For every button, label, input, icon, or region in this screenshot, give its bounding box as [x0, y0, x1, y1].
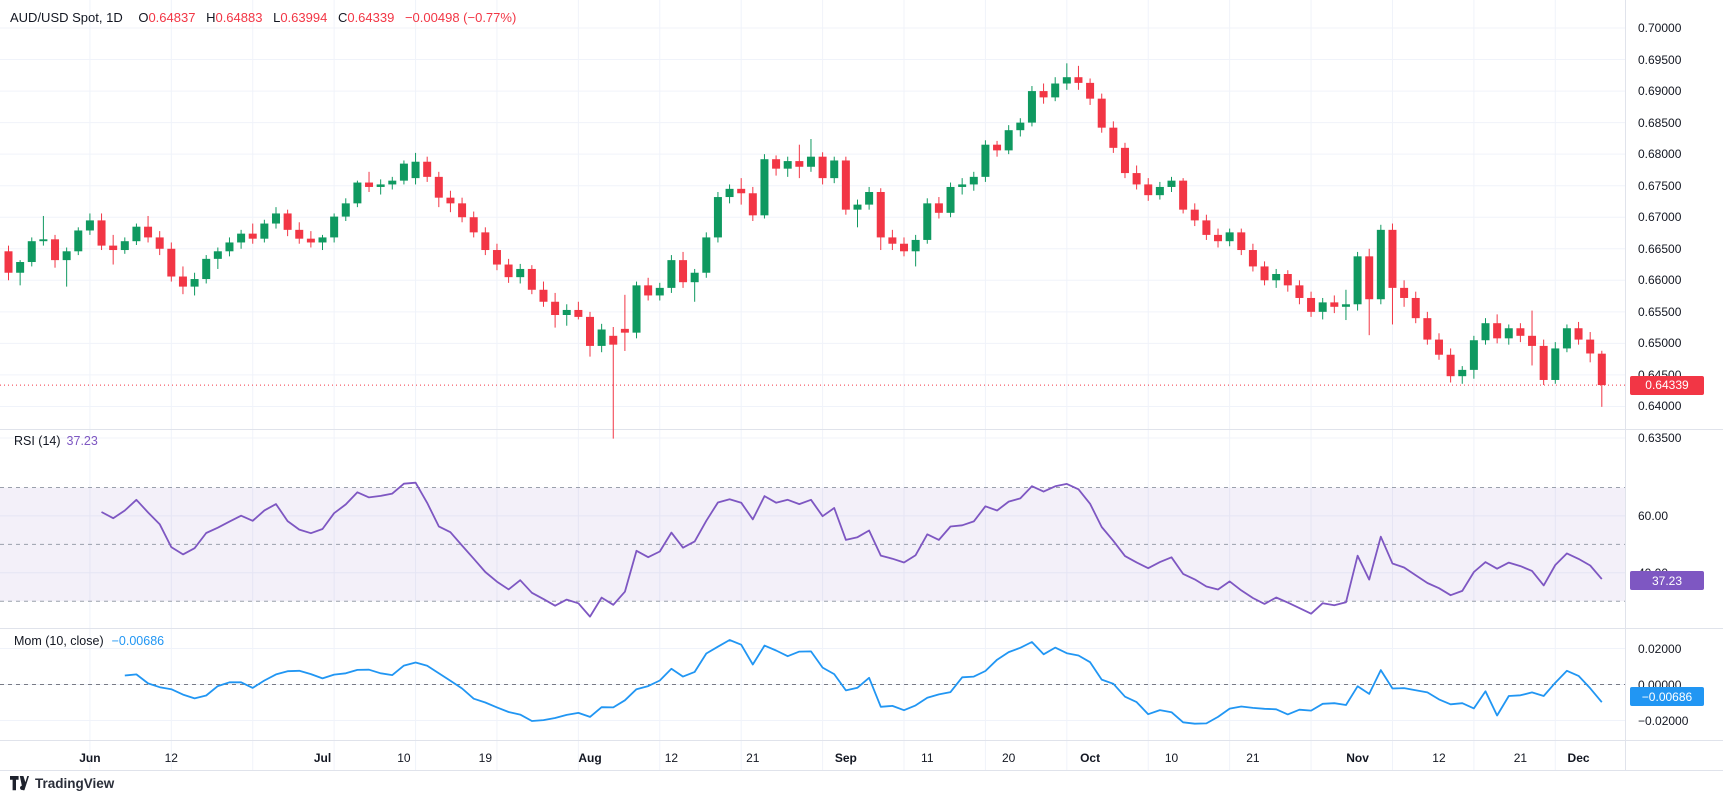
close-label: C [338, 10, 347, 25]
price-axis-label: 0.63500 [1638, 430, 1681, 446]
price-axis-label: 0.68500 [1638, 115, 1681, 131]
rsi-axis-label: 60.00 [1638, 508, 1668, 524]
time-axis-label: Jul [314, 750, 331, 766]
time-axis-label: 21 [1246, 750, 1259, 766]
time-axis-label: 21 [1514, 750, 1527, 766]
rsi-value: 37.23 [67, 434, 98, 448]
mom-legend[interactable]: Mom (10, close) −0.00686 [14, 634, 164, 648]
symbol-title: AUD/USD Spot, 1D [10, 10, 123, 25]
price-axis-label: 0.66000 [1638, 272, 1681, 288]
price-axis-label: 0.67500 [1638, 178, 1681, 194]
time-axis-label: 11 [921, 750, 933, 766]
tradingview-logo-icon [10, 776, 29, 791]
time-axis-label: 19 [479, 750, 492, 766]
time-axis-label: Aug [578, 750, 601, 766]
open-value: 0.64837 [148, 10, 195, 25]
time-axis-label: 12 [1432, 750, 1445, 766]
price-axis-label: 0.65000 [1638, 335, 1681, 351]
candlestick-series [5, 63, 1606, 438]
close-value: 0.64339 [347, 10, 394, 25]
price-axis-label: 0.69500 [1638, 52, 1681, 68]
rsi-title: RSI (14) [14, 434, 61, 448]
price-axis-label: 0.67000 [1638, 209, 1681, 225]
time-axis-label: Sep [835, 750, 857, 766]
mom-axis-label: −0.02000 [1638, 713, 1688, 729]
rsi-legend[interactable]: RSI (14) 37.23 [14, 434, 98, 448]
mom-line [125, 640, 1602, 724]
price-axis-label: 0.70000 [1638, 20, 1681, 36]
price-axis-label: 0.66500 [1638, 241, 1681, 257]
time-axis-label: 12 [665, 750, 678, 766]
low-value: 0.63994 [280, 10, 327, 25]
time-axis-label: Jun [79, 750, 100, 766]
open-label: O [138, 10, 148, 25]
symbol-legend[interactable]: AUD/USD Spot, 1D O0.64837 H0.64883 L0.63… [10, 10, 516, 25]
last-price-badge: 0.64339 [1630, 376, 1704, 395]
mom-axis-label: 0.02000 [1638, 641, 1681, 657]
price-axis-label: 0.64000 [1638, 398, 1681, 414]
time-axis-label: Nov [1346, 750, 1369, 766]
tradingview-attribution[interactable]: TradingView [10, 776, 114, 791]
time-axis-label: 12 [165, 750, 178, 766]
time-axis-label: Oct [1080, 750, 1100, 766]
price-axis-label: 0.65500 [1638, 304, 1681, 320]
high-value: 0.64883 [215, 10, 262, 25]
mom-value: −0.00686 [112, 634, 164, 648]
time-axis-label: 10 [397, 750, 410, 766]
price-axis-label: 0.69000 [1638, 83, 1681, 99]
rsi-value-badge: 37.23 [1630, 571, 1704, 590]
brand-name: TradingView [35, 776, 114, 791]
chart-root: AUD/USD Spot, 1D O0.64837 H0.64883 L0.63… [0, 0, 1723, 803]
time-axis-label: Dec [1568, 750, 1590, 766]
mom-value-badge: −0.00686 [1630, 687, 1704, 706]
change-value: −0.00498 (−0.77%) [405, 10, 516, 25]
mom-title: Mom (10, close) [14, 634, 104, 648]
price-axis-label: 0.68000 [1638, 146, 1681, 162]
time-axis-label: 21 [746, 750, 759, 766]
chart-canvas[interactable] [0, 0, 1723, 803]
time-axis-label: 20 [1002, 750, 1015, 766]
time-axis-label: 10 [1165, 750, 1178, 766]
